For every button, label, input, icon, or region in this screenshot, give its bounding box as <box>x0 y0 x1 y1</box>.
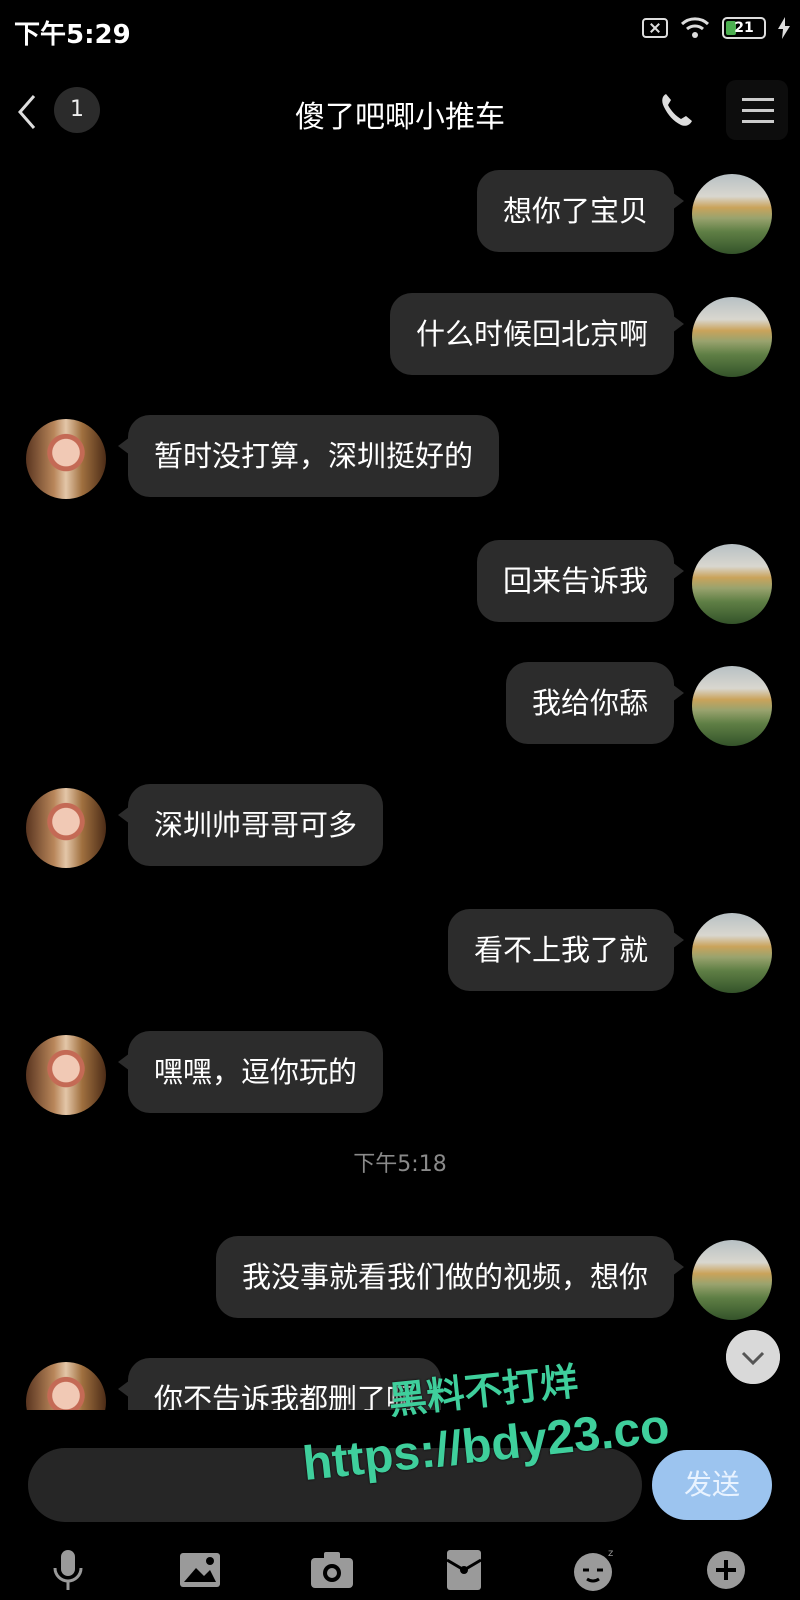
message-bubble[interactable]: 什么时候回北京啊 <box>389 293 685 375</box>
phone-icon[interactable] <box>656 90 696 130</box>
message-row: 想你了宝贝 <box>0 170 800 260</box>
message-bubble[interactable]: 嘿嘿，逗你玩的 <box>117 1031 384 1113</box>
camera-icon[interactable] <box>306 1544 358 1596</box>
scroll-down-icon[interactable] <box>726 1330 780 1384</box>
my-avatar[interactable] <box>692 666 772 746</box>
contact-avatar[interactable] <box>26 1035 106 1115</box>
message-bubble[interactable]: 看不上我了就 <box>447 909 685 991</box>
menu-icon[interactable] <box>726 80 788 140</box>
status-bar: 下午5:29 21 <box>0 0 800 62</box>
wifi-icon <box>680 17 710 38</box>
message-row: 什么时候回北京啊 <box>0 293 800 383</box>
charging-icon <box>778 17 790 39</box>
my-avatar[interactable] <box>692 297 772 377</box>
contact-avatar[interactable] <box>26 1362 106 1410</box>
contact-avatar[interactable] <box>26 419 106 499</box>
message-row: 看不上我了就 <box>0 909 800 999</box>
svg-text:z: z <box>608 1548 613 1559</box>
input-toolbar: z <box>0 1540 800 1600</box>
my-avatar[interactable] <box>692 913 772 993</box>
my-avatar[interactable] <box>692 1240 772 1320</box>
message-row: 回来告诉我 <box>0 540 800 630</box>
message-row: 深圳帅哥哥可多 <box>0 784 800 874</box>
chat-header: 1 傻了吧唧小推车 <box>0 62 800 162</box>
message-row: 嘿嘿，逗你玩的 <box>0 1031 800 1121</box>
message-row: 暂时没打算，深圳挺好的 <box>0 415 800 505</box>
status-time: 下午5:29 <box>14 20 131 50</box>
message-bubble[interactable]: 回来告诉我 <box>476 540 685 622</box>
message-row: 我给你舔 <box>0 662 800 752</box>
add-icon[interactable] <box>700 1544 752 1596</box>
battery-level: 21 <box>734 20 754 36</box>
message-bubble[interactable]: 暂时没打算，深圳挺好的 <box>117 415 500 497</box>
my-avatar[interactable] <box>692 174 772 254</box>
status-icons: 21 <box>642 16 790 40</box>
image-icon[interactable] <box>174 1544 226 1596</box>
message-list[interactable]: 想你了宝贝 什么时候回北京啊 暂时没打算，深圳挺好的 回来告诉我 我给你舔 深圳… <box>0 162 800 1410</box>
send-button[interactable]: 发送 <box>652 1450 772 1520</box>
battery-icon: 21 <box>722 17 766 39</box>
message-row: 我没事就看我们做的视频，想你 <box>0 1236 800 1326</box>
contact-avatar[interactable] <box>26 788 106 868</box>
no-sim-icon <box>642 18 668 38</box>
message-timestamp: 下午5:18 <box>353 1152 447 1177</box>
red-packet-icon[interactable] <box>438 1544 490 1596</box>
my-avatar[interactable] <box>692 544 772 624</box>
message-bubble[interactable]: 深圳帅哥哥可多 <box>117 784 384 866</box>
message-bubble[interactable]: 想你了宝贝 <box>476 170 685 252</box>
message-bubble[interactable]: 我给你舔 <box>505 662 685 744</box>
emoji-icon[interactable]: z <box>568 1544 620 1596</box>
microphone-icon[interactable] <box>42 1544 94 1596</box>
message-bubble[interactable]: 我没事就看我们做的视频，想你 <box>215 1236 685 1318</box>
